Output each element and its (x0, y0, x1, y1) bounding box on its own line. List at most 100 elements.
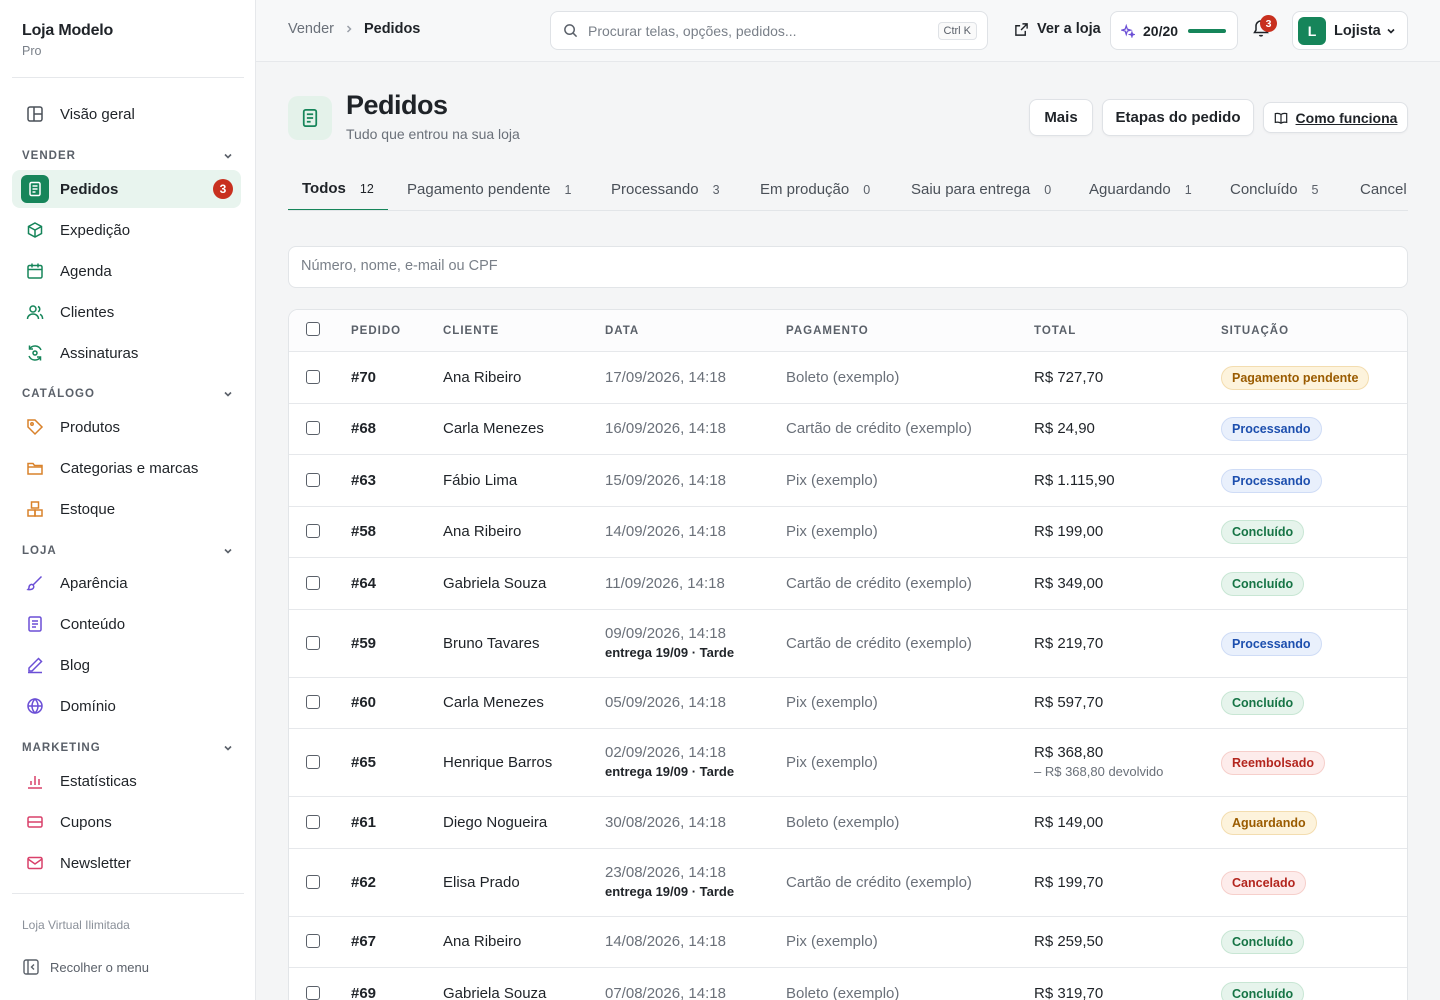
table-row[interactable]: #65 Henrique Barros 02/09/2026, 14:18 entre… (289, 729, 1407, 797)
table-row[interactable]: #62 Elisa Prado 23/08/2026, 14:18 entrega 1… (289, 849, 1407, 917)
sidebar-item-produtos[interactable]: Produtos (12, 408, 241, 446)
search-shortcut: Ctrl K (937, 21, 977, 40)
sidebar-item-overview[interactable]: Visão geral (12, 95, 241, 133)
order-number[interactable]: #58 (351, 523, 376, 540)
tab-aguardando[interactable]: Aguardando 1 (1089, 168, 1192, 210)
delivery-window: entrega 19/09 · Tarde (605, 644, 735, 660)
tab-concluido[interactable]: Concluído 5 (1230, 168, 1319, 210)
chevron-down-icon (222, 150, 234, 162)
search-input[interactable]: Procurar telas, opções, pedidos... (588, 23, 938, 39)
sidebar-item-estatisticas[interactable]: Estatísticas (12, 762, 241, 800)
sidebar-item-assinaturas[interactable]: Assinaturas (12, 334, 241, 372)
table-row[interactable]: #64 Gabriela Souza 11/09/2026, 14:18 Cartão… (289, 558, 1407, 610)
sidebar-item-blog[interactable]: Blog (12, 646, 241, 684)
order-number[interactable]: #69 (351, 985, 376, 1000)
row-checkbox[interactable] (306, 472, 320, 487)
order-number[interactable]: #67 (351, 933, 376, 950)
order-number[interactable]: #62 (351, 874, 376, 891)
tab-em-producao[interactable]: Em produção 0 (760, 168, 870, 210)
table-row[interactable]: #61 Diego Nogueira 30/08/2026, 14:18 Boleto… (289, 797, 1407, 849)
global-search[interactable]: Procurar telas, opções, pedidos... Ctrl … (550, 11, 988, 50)
col-pedido[interactable]: PEDIDO (351, 325, 401, 337)
tab-pagamento-pendente[interactable]: Pagamento pendente 1 (407, 168, 572, 210)
order-total: R$ 1.115,90 (1034, 472, 1115, 489)
row-checkbox[interactable] (306, 369, 320, 384)
row-checkbox[interactable] (306, 814, 320, 829)
row-checkbox[interactable] (306, 934, 320, 949)
receipt-icon (300, 108, 320, 128)
table-row[interactable]: #63 Fábio Lima 15/09/2026, 14:18 Pix (exemp… (289, 455, 1407, 507)
collapse-menu-button[interactable]: Recolher o menu (22, 958, 149, 976)
order-date-value: 15/09/2026, 14:18 (605, 471, 726, 489)
order-number[interactable]: #68 (351, 420, 376, 437)
order-steps-button[interactable]: Etapas do pedido (1102, 99, 1254, 136)
more-button[interactable]: Mais (1029, 99, 1093, 136)
section-loja[interactable]: LOJA (22, 545, 234, 557)
collapse-label: Recolher o menu (50, 959, 149, 975)
status-badge: Aguardando (1221, 810, 1317, 835)
sidebar-item-clientes[interactable]: Clientes (12, 293, 241, 331)
how-it-works-link[interactable]: Como funciona (1263, 102, 1408, 133)
sidebar-item-dominio[interactable]: Domínio (12, 687, 241, 725)
table-row[interactable]: #69 Gabriela Souza 07/08/2026, 14:18 Boleto… (289, 968, 1407, 1000)
row-checkbox[interactable] (306, 635, 320, 650)
row-checkbox[interactable] (306, 421, 320, 436)
view-store-link[interactable]: Ver a loja (1014, 21, 1101, 37)
table-row[interactable]: #59 Bruno Tavares 09/09/2026, 14:18 entrega… (289, 610, 1407, 678)
sidebar-item-agenda[interactable]: Agenda (12, 252, 241, 290)
folder-icon (24, 457, 46, 479)
col-total[interactable]: TOTAL (1034, 325, 1076, 337)
order-number[interactable]: #59 (351, 635, 376, 652)
select-all-checkbox[interactable] (306, 322, 320, 336)
book-icon (1274, 111, 1288, 125)
sidebar-item-estoque[interactable]: Estoque (12, 490, 241, 528)
order-total-value: R$ 727,70 (1034, 368, 1104, 386)
tab-count: 1 (564, 182, 572, 197)
table-row[interactable]: #68 Carla Menezes 16/09/2026, 14:18 Cartão … (289, 404, 1407, 455)
table-row[interactable]: #70 Ana Ribeiro 17/09/2026, 14:18 Boleto (e… (289, 352, 1407, 404)
sidebar-item-cupons[interactable]: Cupons (12, 803, 241, 841)
section-marketing[interactable]: MARKETING (22, 742, 234, 754)
order-date-value: 11/09/2026, 14:18 (605, 574, 725, 592)
row-checkbox[interactable] (306, 575, 320, 590)
order-number[interactable]: #65 (351, 754, 376, 771)
row-checkbox[interactable] (306, 524, 320, 539)
order-number[interactable]: #63 (351, 472, 376, 489)
breadcrumb-vender[interactable]: Vender (288, 21, 334, 37)
order-number[interactable]: #64 (351, 575, 376, 592)
quota-indicator[interactable]: 20/20 (1110, 11, 1238, 50)
order-number[interactable]: #61 (351, 814, 376, 831)
sidebar-item-expedicao[interactable]: Expedição (12, 211, 241, 249)
row-checkbox[interactable] (306, 695, 320, 710)
table-row[interactable]: #60 Carla Menezes 05/09/2026, 14:18 Pix (ex… (289, 678, 1407, 729)
order-number[interactable]: #60 (351, 694, 376, 711)
sidebar-item-conteudo[interactable]: Conteúdo (12, 605, 241, 643)
row-checkbox[interactable] (306, 874, 320, 889)
row-checkbox[interactable] (306, 985, 320, 1000)
col-pagamento[interactable]: PAGAMENTO (786, 325, 869, 337)
tab-saiu-para-entrega[interactable]: Saiu para entrega 0 (911, 168, 1051, 210)
row-checkbox[interactable] (306, 755, 320, 769)
section-vender[interactable]: VENDER (22, 150, 234, 162)
order-number[interactable]: #70 (351, 369, 376, 386)
sidebar-item-categorias[interactable]: Categorias e marcas (12, 449, 241, 487)
order-filter-input[interactable]: Número, nome, e-mail ou CPF (288, 246, 1408, 288)
col-data[interactable]: DATA (605, 325, 639, 337)
notifications-button[interactable]: 3 (1252, 15, 1277, 38)
order-date: 15/09/2026, 14:18 (605, 472, 726, 489)
order-date-value: 14/09/2026, 14:18 (605, 523, 726, 541)
col-situacao[interactable]: SITUAÇÃO (1221, 325, 1289, 337)
status-badge: Reembolsado (1221, 751, 1325, 775)
sidebar-item-newsletter[interactable]: Newsletter (12, 844, 241, 882)
sidebar-item-pedidos[interactable]: Pedidos 3 (12, 170, 241, 208)
user-menu[interactable]: L Lojista (1292, 11, 1408, 50)
table-row[interactable]: #67 Ana Ribeiro 14/08/2026, 14:18 Pix (exem… (289, 917, 1407, 968)
tab-processando[interactable]: Processando 3 (611, 168, 720, 210)
order-date-value: 23/08/2026, 14:18 (605, 863, 726, 881)
section-catalogo[interactable]: CATÁLOGO (22, 388, 234, 400)
col-cliente[interactable]: CLIENTE (443, 325, 499, 337)
tab-todos[interactable]: Todos 12 (288, 168, 388, 210)
table-row[interactable]: #58 Ana Ribeiro 14/09/2026, 14:18 Pix (exem… (289, 507, 1407, 558)
tab-cancelado[interactable]: Cancel (1360, 168, 1407, 210)
sidebar-item-aparencia[interactable]: Aparência (12, 564, 241, 602)
